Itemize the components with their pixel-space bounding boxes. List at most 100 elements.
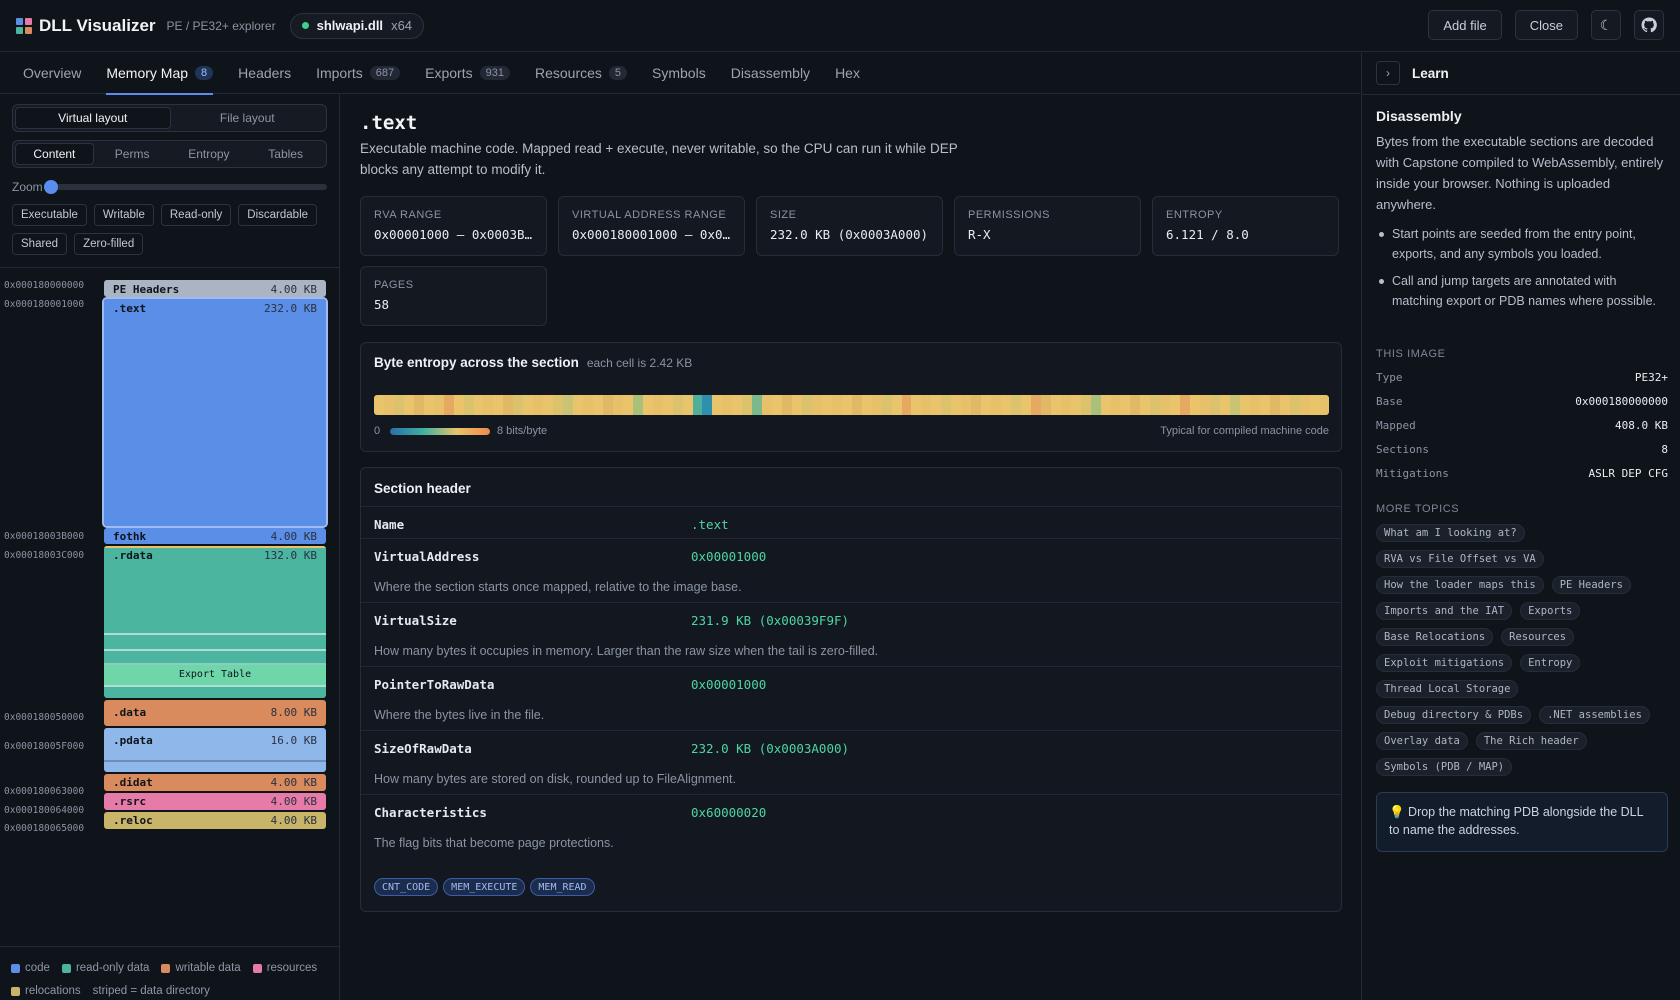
section-title: .text [360,112,418,134]
entropy-cell [851,395,862,415]
address-label: 0x000180001000 [4,299,85,310]
topic-link[interactable]: Overlay data [1376,732,1468,750]
tab-imports[interactable]: Imports 687 [316,53,401,94]
mode-tables-option[interactable]: Tables [247,143,324,165]
entropy-cell [1020,395,1031,415]
section-block-pe-headers[interactable]: PE Headers 4.00 KB [104,280,326,297]
entropy-cell [1001,395,1011,415]
close-button[interactable]: Close [1514,10,1578,40]
section-header-card: Section header Name .text VirtualAddress 0… [360,467,1342,912]
topic-link[interactable]: .NET assemblies [1539,706,1650,724]
topic-link[interactable]: What am I looking at? [1376,524,1525,542]
section-block-text[interactable]: .text 232.0 KB [102,297,328,528]
entropy-cell [911,395,922,415]
flag-badge: MEM_READ [530,878,595,896]
entropy-cell [1040,395,1051,415]
section-block-data[interactable]: .data 8.00 KB [104,700,326,726]
entropy-cell [413,395,424,415]
entropy-cell [1110,395,1121,415]
section-block-rsrc[interactable]: .rsrc 4.00 KB [104,793,326,810]
entropy-scale-max: 8 bits/byte [497,425,548,437]
entropy-cell [374,395,384,415]
section-header-title: Section header [374,481,471,496]
header-row-name: Name .text [361,506,1341,538]
entropy-cell [1080,395,1091,415]
file-pill[interactable]: shlwapi.dll x64 [289,12,425,39]
filter-read-only[interactable]: Read-only [160,204,232,226]
tab-headers[interactable]: Headers [238,53,291,94]
section-block-fothk[interactable]: fothk 4.00 KB [104,528,326,544]
tab-overview[interactable]: Overview [23,53,81,94]
topic-link[interactable]: Resources [1501,628,1575,646]
status-dot-icon [301,22,309,29]
tab-resources[interactable]: Resources 5 [535,53,628,94]
app-subtitle: PE / PE32+ explorer [166,18,276,33]
github-button[interactable] [1634,10,1664,40]
stat-entropy: ENTROPY 6.121 / 8.0 [1152,196,1339,256]
entropy-strip[interactable] [374,395,1329,415]
entropy-cell [961,395,972,415]
filter-discardable[interactable]: Discardable [238,204,318,226]
entropy-cell [772,395,783,415]
entropy-cell [423,395,434,415]
topic-link[interactable]: How the loader maps this [1376,576,1544,594]
info-row-mitigations: Mitigations ASLR DEP CFG [1376,467,1668,480]
tab-disassembly[interactable]: Disassembly [731,53,810,94]
topic-link[interactable]: Entropy [1520,654,1581,672]
stat-size: SIZE 232.0 KB (0x0003A000) [756,196,943,256]
header-row-virtualsize: VirtualSize 231.9 KB (0x00039F9F) How many… [361,602,1341,666]
topic-link[interactable]: Debug directory & PDBs [1376,706,1532,724]
topic-link[interactable]: RVA vs File Offset vs VA [1376,550,1544,568]
entropy-cell [1130,395,1141,415]
file-layout-option[interactable]: File layout [171,107,325,129]
section-block-rdata[interactable]: .rdata 132.0 KB Export Table [104,546,326,698]
entropy-cell [1150,395,1161,415]
entropy-cell [543,395,554,415]
learn-paragraph: Bytes from the executable sections are d… [1376,134,1664,212]
address-label: 0x00018003C000 [4,550,85,561]
topic-link[interactable]: Imports and the IAT [1376,602,1513,620]
entropy-cell [1050,395,1061,415]
entropy-cell [1090,395,1101,415]
entropy-cell [483,395,494,415]
topic-link[interactable]: PE Headers [1551,576,1631,594]
topic-link[interactable]: The Rich header [1475,732,1587,750]
section-block-reloc[interactable]: .reloc 4.00 KB [104,812,326,829]
entropy-cell [583,395,593,415]
entropy-cell [523,395,534,415]
mode-entropy-option[interactable]: Entropy [171,143,248,165]
github-icon [1641,17,1657,33]
legend-item: relocations [11,982,81,1000]
entropy-cell [662,395,673,415]
tab-symbols[interactable]: Symbols [652,53,706,94]
section-detail: .text Executable machine code. Mapped re… [341,94,1360,1000]
address-label: 0x00018005F000 [4,741,85,752]
entropy-cell [1249,395,1260,415]
entropy-cell [1180,395,1191,415]
tab-hex[interactable]: Hex [835,53,860,94]
filter-writable[interactable]: Writable [93,204,154,226]
topic-link[interactable]: Thread Local Storage [1376,680,1519,698]
entropy-cell [493,395,504,415]
more-topics-caption: MORE TOPICS [1376,503,1460,515]
entropy-cell [752,395,763,415]
add-file-button[interactable]: Add file [1428,10,1502,40]
section-block-pdata[interactable]: .pdata 16.0 KB [104,728,326,772]
collapse-panel-button[interactable]: › [1376,61,1400,85]
topic-link[interactable]: Exploit mitigations [1376,654,1513,672]
entropy-cell [602,395,613,415]
tab-memory-map[interactable]: Memory Map 8 [106,53,214,95]
entropy-cell [1060,395,1071,415]
topic-link[interactable]: Symbols (PDB / MAP) [1376,758,1513,776]
mode-perms-option[interactable]: Perms [94,143,171,165]
file-name: shlwapi.dll [316,18,384,33]
address-label: 0x000180064000 [4,805,85,816]
entropy-cell [1120,395,1131,415]
tab-exports[interactable]: Exports 931 [425,53,510,94]
topic-link[interactable]: Base Relocations [1376,628,1494,646]
section-block-didat[interactable]: .didat 4.00 KB [104,774,326,791]
address-label: 0x000180050000 [4,712,85,723]
topic-link[interactable]: Exports [1520,602,1581,620]
theme-toggle-button[interactable]: ☾ [1591,10,1621,40]
entropy-cell [433,395,444,415]
